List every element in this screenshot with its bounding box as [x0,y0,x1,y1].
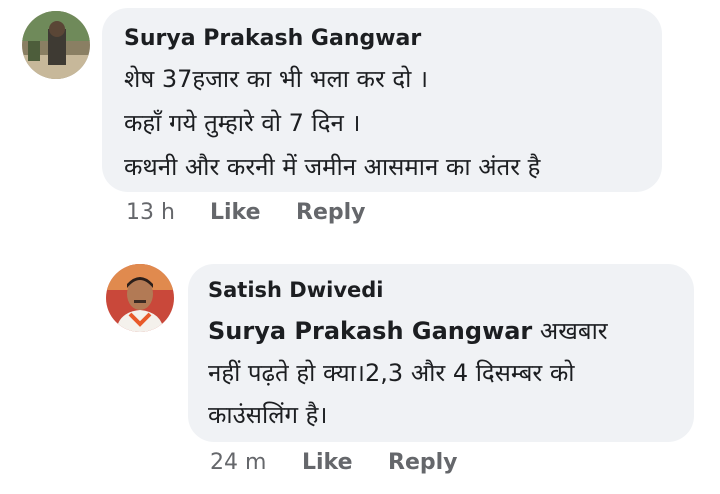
reply-text-line-3: काउंसलिंग है। [208,401,328,429]
reply-text-line-2: नहीं पढ़ते हो क्या।2,3 और 4 दिसम्बर को [208,359,575,387]
reply-text-line-1: Surya Prakash Gangwar अखबार [208,314,608,347]
avatar-satish[interactable] [106,264,174,332]
reply-reply-button[interactable]: Reply [388,450,458,475]
reply-satish: Satish Dwivedi Surya Prakash Gangwar अखब… [0,250,720,494]
reply-timestamp[interactable]: 24 m [210,450,266,475]
reply-text-segment: अखबार [532,317,608,345]
reply-like-button[interactable]: Like [302,450,353,475]
comment-surya: Surya Prakash Gangwar शेष 37हजार का भी भ… [0,0,720,240]
comment-reply-button[interactable]: Reply [296,200,366,225]
comment-timestamp[interactable]: 13 h [126,200,175,225]
avatar-surya[interactable] [22,11,90,79]
comment-like-button[interactable]: Like [210,200,261,225]
comment-author-name[interactable]: Surya Prakash Gangwar [124,26,421,51]
mention-tag[interactable]: Surya Prakash Gangwar [208,317,532,345]
reply-author-name[interactable]: Satish Dwivedi [208,278,384,302]
comment-text-line-3: कथनी और करनी में जमीन आसमान का अंतर है [124,153,541,181]
comment-text-line-2: कहाँ गये तुम्हारे वो 7 दिन । [124,109,361,137]
comment-text-line-1: शेष 37हजार का भी भला कर दो । [124,65,429,93]
